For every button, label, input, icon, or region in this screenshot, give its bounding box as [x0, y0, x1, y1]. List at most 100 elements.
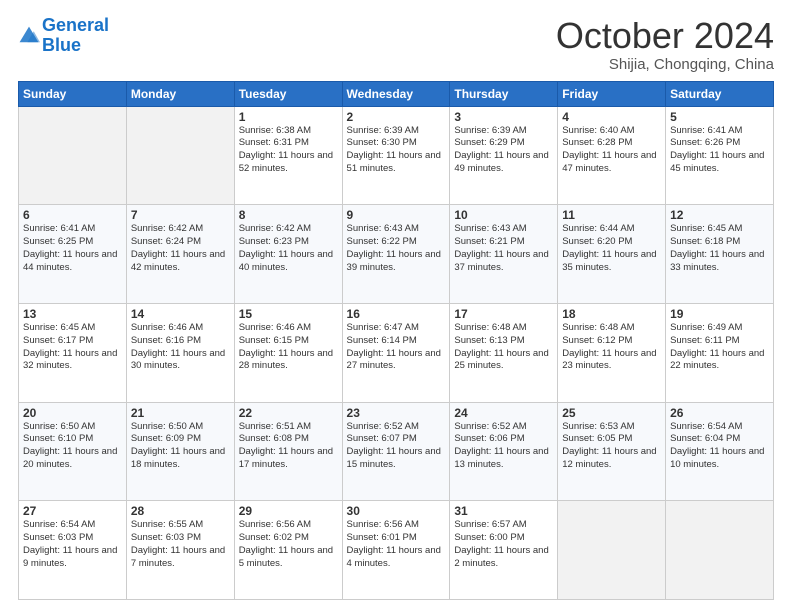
calendar-cell: 18Sunrise: 6:48 AM Sunset: 6:12 PM Dayli…	[558, 303, 666, 402]
day-number: 30	[347, 504, 446, 518]
calendar-cell: 11Sunrise: 6:44 AM Sunset: 6:20 PM Dayli…	[558, 205, 666, 304]
calendar-cell: 13Sunrise: 6:45 AM Sunset: 6:17 PM Dayli…	[19, 303, 127, 402]
day-number: 13	[23, 307, 122, 321]
calendar-week-3: 13Sunrise: 6:45 AM Sunset: 6:17 PM Dayli…	[19, 303, 774, 402]
calendar-cell: 29Sunrise: 6:56 AM Sunset: 6:02 PM Dayli…	[234, 501, 342, 600]
day-info: Sunrise: 6:56 AM Sunset: 6:01 PM Dayligh…	[347, 519, 446, 570]
day-info: Sunrise: 6:52 AM Sunset: 6:06 PM Dayligh…	[454, 421, 553, 472]
day-number: 24	[454, 406, 553, 420]
logo-icon	[18, 25, 40, 47]
day-info: Sunrise: 6:48 AM Sunset: 6:13 PM Dayligh…	[454, 322, 553, 373]
day-info: Sunrise: 6:52 AM Sunset: 6:07 PM Dayligh…	[347, 421, 446, 472]
weekday-header-tuesday: Tuesday	[234, 81, 342, 106]
day-number: 20	[23, 406, 122, 420]
calendar-cell: 28Sunrise: 6:55 AM Sunset: 6:03 PM Dayli…	[126, 501, 234, 600]
day-number: 16	[347, 307, 446, 321]
weekday-header-friday: Friday	[558, 81, 666, 106]
logo-line1: General	[42, 15, 109, 35]
calendar-cell: 5Sunrise: 6:41 AM Sunset: 6:26 PM Daylig…	[666, 106, 774, 205]
day-info: Sunrise: 6:51 AM Sunset: 6:08 PM Dayligh…	[239, 421, 338, 472]
calendar-cell: 1Sunrise: 6:38 AM Sunset: 6:31 PM Daylig…	[234, 106, 342, 205]
day-number: 22	[239, 406, 338, 420]
weekday-header-thursday: Thursday	[450, 81, 558, 106]
day-number: 8	[239, 208, 338, 222]
calendar-cell: 8Sunrise: 6:42 AM Sunset: 6:23 PM Daylig…	[234, 205, 342, 304]
day-number: 31	[454, 504, 553, 518]
calendar-cell	[19, 106, 127, 205]
day-info: Sunrise: 6:42 AM Sunset: 6:23 PM Dayligh…	[239, 223, 338, 274]
day-info: Sunrise: 6:53 AM Sunset: 6:05 PM Dayligh…	[562, 421, 661, 472]
day-info: Sunrise: 6:41 AM Sunset: 6:25 PM Dayligh…	[23, 223, 122, 274]
day-number: 15	[239, 307, 338, 321]
calendar-cell: 31Sunrise: 6:57 AM Sunset: 6:00 PM Dayli…	[450, 501, 558, 600]
day-number: 23	[347, 406, 446, 420]
day-number: 29	[239, 504, 338, 518]
calendar-cell: 15Sunrise: 6:46 AM Sunset: 6:15 PM Dayli…	[234, 303, 342, 402]
calendar-cell: 30Sunrise: 6:56 AM Sunset: 6:01 PM Dayli…	[342, 501, 450, 600]
weekday-header-saturday: Saturday	[666, 81, 774, 106]
calendar-cell: 20Sunrise: 6:50 AM Sunset: 6:10 PM Dayli…	[19, 402, 127, 501]
day-info: Sunrise: 6:39 AM Sunset: 6:29 PM Dayligh…	[454, 125, 553, 176]
day-number: 3	[454, 110, 553, 124]
day-number: 12	[670, 208, 769, 222]
day-info: Sunrise: 6:50 AM Sunset: 6:09 PM Dayligh…	[131, 421, 230, 472]
day-info: Sunrise: 6:54 AM Sunset: 6:03 PM Dayligh…	[23, 519, 122, 570]
day-info: Sunrise: 6:49 AM Sunset: 6:11 PM Dayligh…	[670, 322, 769, 373]
day-info: Sunrise: 6:43 AM Sunset: 6:21 PM Dayligh…	[454, 223, 553, 274]
day-number: 26	[670, 406, 769, 420]
day-number: 2	[347, 110, 446, 124]
day-number: 5	[670, 110, 769, 124]
day-number: 6	[23, 208, 122, 222]
day-number: 25	[562, 406, 661, 420]
day-info: Sunrise: 6:40 AM Sunset: 6:28 PM Dayligh…	[562, 125, 661, 176]
weekday-header-wednesday: Wednesday	[342, 81, 450, 106]
day-info: Sunrise: 6:39 AM Sunset: 6:30 PM Dayligh…	[347, 125, 446, 176]
day-info: Sunrise: 6:41 AM Sunset: 6:26 PM Dayligh…	[670, 125, 769, 176]
day-info: Sunrise: 6:45 AM Sunset: 6:18 PM Dayligh…	[670, 223, 769, 274]
calendar-cell: 7Sunrise: 6:42 AM Sunset: 6:24 PM Daylig…	[126, 205, 234, 304]
day-number: 27	[23, 504, 122, 518]
calendar-cell: 6Sunrise: 6:41 AM Sunset: 6:25 PM Daylig…	[19, 205, 127, 304]
day-info: Sunrise: 6:54 AM Sunset: 6:04 PM Dayligh…	[670, 421, 769, 472]
weekday-header-monday: Monday	[126, 81, 234, 106]
calendar-cell: 17Sunrise: 6:48 AM Sunset: 6:13 PM Dayli…	[450, 303, 558, 402]
calendar-cell: 4Sunrise: 6:40 AM Sunset: 6:28 PM Daylig…	[558, 106, 666, 205]
day-info: Sunrise: 6:38 AM Sunset: 6:31 PM Dayligh…	[239, 125, 338, 176]
calendar-cell: 26Sunrise: 6:54 AM Sunset: 6:04 PM Dayli…	[666, 402, 774, 501]
day-number: 7	[131, 208, 230, 222]
calendar-cell: 25Sunrise: 6:53 AM Sunset: 6:05 PM Dayli…	[558, 402, 666, 501]
calendar-cell	[126, 106, 234, 205]
weekday-header-row: SundayMondayTuesdayWednesdayThursdayFrid…	[19, 81, 774, 106]
calendar-week-4: 20Sunrise: 6:50 AM Sunset: 6:10 PM Dayli…	[19, 402, 774, 501]
day-number: 11	[562, 208, 661, 222]
calendar-cell: 2Sunrise: 6:39 AM Sunset: 6:30 PM Daylig…	[342, 106, 450, 205]
calendar-cell: 3Sunrise: 6:39 AM Sunset: 6:29 PM Daylig…	[450, 106, 558, 205]
calendar-cell: 12Sunrise: 6:45 AM Sunset: 6:18 PM Dayli…	[666, 205, 774, 304]
calendar-cell: 24Sunrise: 6:52 AM Sunset: 6:06 PM Dayli…	[450, 402, 558, 501]
day-number: 10	[454, 208, 553, 222]
day-number: 1	[239, 110, 338, 124]
day-info: Sunrise: 6:43 AM Sunset: 6:22 PM Dayligh…	[347, 223, 446, 274]
day-number: 19	[670, 307, 769, 321]
day-info: Sunrise: 6:50 AM Sunset: 6:10 PM Dayligh…	[23, 421, 122, 472]
calendar-table: SundayMondayTuesdayWednesdayThursdayFrid…	[18, 81, 774, 600]
month-title: October 2024	[556, 16, 774, 56]
header: General Blue October 2024 Shijia, Chongq…	[18, 16, 774, 73]
day-info: Sunrise: 6:56 AM Sunset: 6:02 PM Dayligh…	[239, 519, 338, 570]
day-number: 21	[131, 406, 230, 420]
calendar-cell: 14Sunrise: 6:46 AM Sunset: 6:16 PM Dayli…	[126, 303, 234, 402]
location: Shijia, Chongqing, China	[556, 56, 774, 73]
day-number: 4	[562, 110, 661, 124]
day-info: Sunrise: 6:46 AM Sunset: 6:16 PM Dayligh…	[131, 322, 230, 373]
page: General Blue October 2024 Shijia, Chongq…	[0, 0, 792, 612]
title-block: October 2024 Shijia, Chongqing, China	[556, 16, 774, 73]
day-info: Sunrise: 6:44 AM Sunset: 6:20 PM Dayligh…	[562, 223, 661, 274]
day-number: 28	[131, 504, 230, 518]
logo: General Blue	[18, 16, 109, 56]
calendar-cell: 10Sunrise: 6:43 AM Sunset: 6:21 PM Dayli…	[450, 205, 558, 304]
day-info: Sunrise: 6:55 AM Sunset: 6:03 PM Dayligh…	[131, 519, 230, 570]
calendar-cell: 19Sunrise: 6:49 AM Sunset: 6:11 PM Dayli…	[666, 303, 774, 402]
day-number: 9	[347, 208, 446, 222]
logo-line2: Blue	[42, 35, 81, 55]
day-number: 18	[562, 307, 661, 321]
